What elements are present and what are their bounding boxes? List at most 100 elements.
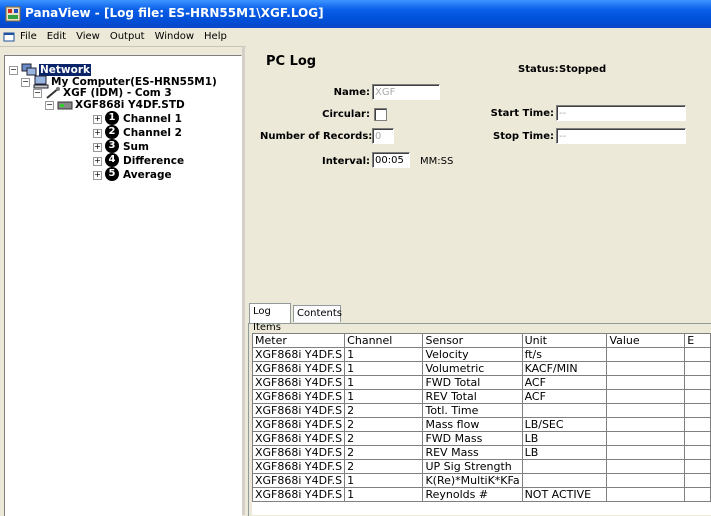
document-icon[interactable] xyxy=(3,31,15,43)
menu-window[interactable]: Window xyxy=(155,30,200,44)
stop-time-field[interactable]: -- xyxy=(556,128,686,144)
table-row[interactable]: XGF868i Y4DF.S 1 Velocity ft/s xyxy=(252,347,711,362)
table-row[interactable]: XGF868i Y4DF.S 2 Totl. Time xyxy=(252,403,711,418)
cell-sensor[interactable]: K(Re)*MultiK*KFa xyxy=(422,473,523,488)
cell-e[interactable] xyxy=(684,403,711,418)
title-bar[interactable]: PanaView - [Log file: ES-HRN55M1\XGF.LOG… xyxy=(0,0,711,28)
expand-toggle[interactable]: + xyxy=(93,143,102,152)
name-field[interactable]: XGF xyxy=(372,84,440,100)
cell-e[interactable] xyxy=(684,347,711,362)
cell-e[interactable] xyxy=(684,431,711,446)
cell-sensor[interactable]: REV Mass xyxy=(422,445,523,460)
cell-value[interactable] xyxy=(606,375,686,390)
table-row[interactable]: XGF868i Y4DF.S 2 UP Sig Strength xyxy=(252,459,711,474)
cell-unit[interactable]: ft/s xyxy=(521,347,608,362)
tree-label-channel[interactable]: Difference xyxy=(123,155,184,167)
cell-channel[interactable]: 1 xyxy=(344,347,424,362)
cell-channel[interactable]: 2 xyxy=(344,431,424,446)
cell-sensor[interactable]: FWD Total xyxy=(422,375,523,390)
column-header-channel[interactable]: Channel xyxy=(344,333,424,348)
expand-toggle[interactable]: + xyxy=(93,115,102,124)
cell-unit[interactable]: LB xyxy=(521,431,608,446)
cell-value[interactable] xyxy=(606,417,686,432)
cell-meter[interactable]: XGF868i Y4DF.S xyxy=(252,473,346,488)
column-header-value[interactable]: Value xyxy=(606,333,686,348)
table-row[interactable]: XGF868i Y4DF.S 1 REV Total ACF xyxy=(252,389,711,404)
cell-sensor[interactable]: Mass flow xyxy=(422,417,523,432)
table-row[interactable]: XGF868i Y4DF.S 1 K(Re)*MultiK*KFa xyxy=(252,473,711,488)
menu-help[interactable]: Help xyxy=(204,30,233,44)
cell-meter[interactable]: XGF868i Y4DF.S xyxy=(252,487,346,502)
cell-value[interactable] xyxy=(606,487,686,502)
cell-meter[interactable]: XGF868i Y4DF.S xyxy=(252,459,346,474)
cell-sensor[interactable]: Reynolds # xyxy=(422,487,523,502)
start-time-field[interactable]: -- xyxy=(556,105,686,121)
cell-unit[interactable]: NOT ACTIVE xyxy=(521,487,608,502)
cell-meter[interactable]: XGF868i Y4DF.S xyxy=(252,445,346,460)
expand-toggle[interactable]: + xyxy=(93,171,102,180)
cell-channel[interactable]: 2 xyxy=(344,445,424,460)
interval-field[interactable]: 00:05 xyxy=(372,152,410,168)
tab-contents[interactable]: Contents xyxy=(293,305,342,322)
collapse-toggle[interactable]: − xyxy=(21,78,30,87)
cell-sensor[interactable]: Velocity xyxy=(422,347,523,362)
table-row[interactable]: XGF868i Y4DF.S 2 Mass flow LB/SEC xyxy=(252,417,711,432)
cell-unit[interactable] xyxy=(521,459,608,474)
cell-value[interactable] xyxy=(606,459,686,474)
cell-meter[interactable]: XGF868i Y4DF.S xyxy=(252,417,346,432)
column-header-e[interactable]: E xyxy=(684,333,711,348)
cell-value[interactable] xyxy=(606,431,686,446)
cell-e[interactable] xyxy=(684,361,711,376)
table-row[interactable]: XGF868i Y4DF.S 1 FWD Total ACF xyxy=(252,375,711,390)
table-row[interactable]: XGF868i Y4DF.S 2 FWD Mass LB xyxy=(252,431,711,446)
cell-sensor[interactable]: UP Sig Strength xyxy=(422,459,523,474)
log-items-grid[interactable]: Meter Channel Sensor Unit Value E XGF868… xyxy=(252,333,711,515)
expand-toggle[interactable]: + xyxy=(93,157,102,166)
cell-unit[interactable] xyxy=(521,403,608,418)
collapse-toggle[interactable]: − xyxy=(9,66,18,75)
circular-checkbox[interactable] xyxy=(374,108,387,121)
cell-channel[interactable]: 1 xyxy=(344,375,424,390)
table-row[interactable]: XGF868i Y4DF.S 2 REV Mass LB xyxy=(252,445,711,460)
cell-e[interactable] xyxy=(684,445,711,460)
collapse-toggle[interactable]: − xyxy=(45,101,54,110)
cell-unit[interactable]: KACF/MIN xyxy=(521,361,608,376)
pane-splitter[interactable] xyxy=(242,46,245,515)
cell-channel[interactable]: 2 xyxy=(344,459,424,474)
table-row[interactable]: XGF868i Y4DF.S 1 Reynolds # NOT ACTIVE xyxy=(252,487,711,502)
cell-e[interactable] xyxy=(684,375,711,390)
table-row[interactable]: XGF868i Y4DF.S 1 Volumetric KACF/MIN xyxy=(252,361,711,376)
cell-e[interactable] xyxy=(684,417,711,432)
column-header-unit[interactable]: Unit xyxy=(521,333,608,348)
menu-view[interactable]: View xyxy=(76,30,106,44)
cell-e[interactable] xyxy=(684,459,711,474)
cell-value[interactable] xyxy=(606,403,686,418)
column-header-sensor[interactable]: Sensor xyxy=(422,333,523,348)
cell-unit[interactable]: LB/SEC xyxy=(521,417,608,432)
cell-value[interactable] xyxy=(606,361,686,376)
cell-meter[interactable]: XGF868i Y4DF.S xyxy=(252,375,346,390)
cell-unit[interactable]: ACF xyxy=(521,389,608,404)
cell-channel[interactable]: 1 xyxy=(344,361,424,376)
cell-meter[interactable]: XGF868i Y4DF.S xyxy=(252,403,346,418)
cell-meter[interactable]: XGF868i Y4DF.S xyxy=(252,389,346,404)
cell-e[interactable] xyxy=(684,389,711,404)
records-field[interactable]: 0 xyxy=(372,128,394,144)
cell-sensor[interactable]: FWD Mass xyxy=(422,431,523,446)
cell-channel[interactable]: 1 xyxy=(344,487,424,502)
cell-meter[interactable]: XGF868i Y4DF.S xyxy=(252,361,346,376)
cell-sensor[interactable]: Totl. Time xyxy=(422,403,523,418)
tree-label-channel[interactable]: Sum xyxy=(123,141,149,153)
cell-sensor[interactable]: Volumetric xyxy=(422,361,523,376)
cell-channel[interactable]: 2 xyxy=(344,417,424,432)
cell-value[interactable] xyxy=(606,473,686,488)
cell-channel[interactable]: 1 xyxy=(344,389,424,404)
tree-label-channel[interactable]: Average xyxy=(123,169,172,181)
panaview-app-icon[interactable] xyxy=(5,6,21,22)
menu-output[interactable]: Output xyxy=(110,30,151,44)
cell-unit[interactable]: ACF xyxy=(521,375,608,390)
cell-e[interactable] xyxy=(684,487,711,502)
tab-log-items[interactable]: Log Items xyxy=(249,303,291,333)
network-tree[interactable]: − Network − My Computer(ES-HRN55M1) − XG… xyxy=(4,55,242,516)
cell-value[interactable] xyxy=(606,347,686,362)
